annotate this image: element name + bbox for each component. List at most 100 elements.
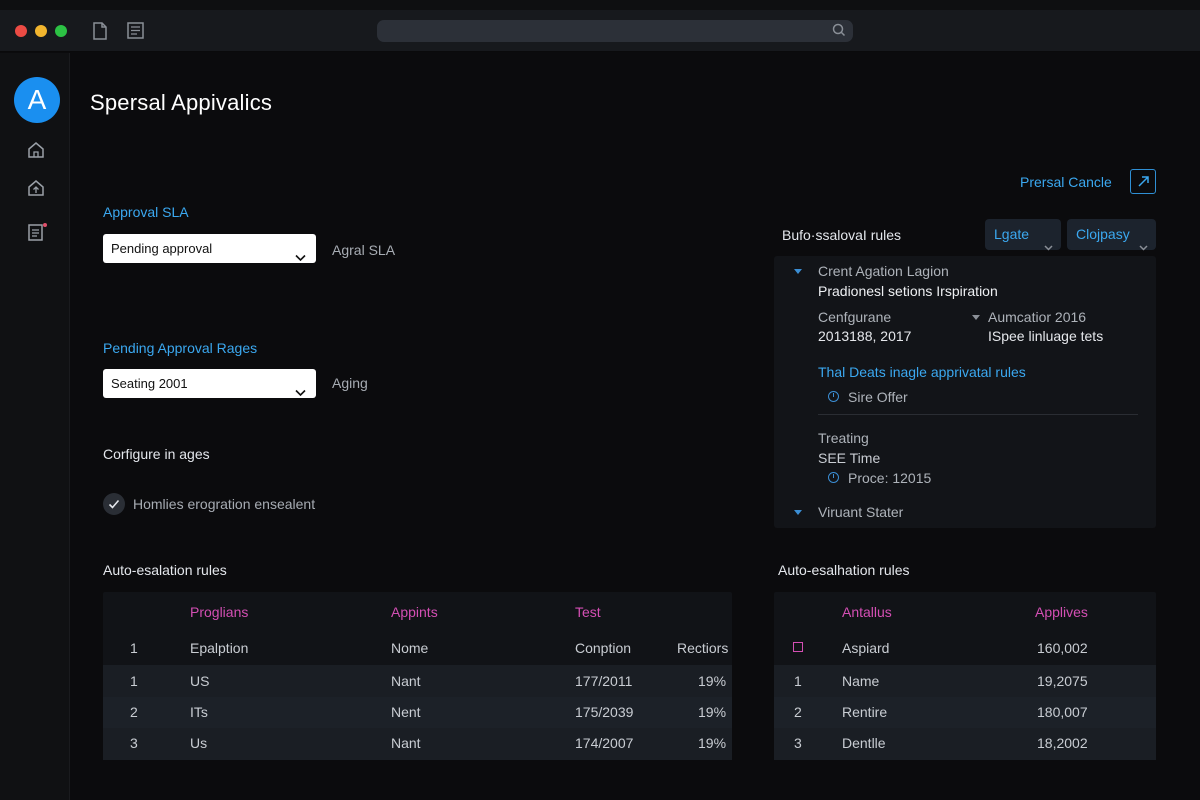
- filter-dropdown-2-label: Clojpasy: [1076, 226, 1130, 242]
- row-index: 2: [794, 704, 802, 720]
- table-cell: 177/2011: [575, 673, 633, 689]
- table-cell: Dentlle: [842, 735, 886, 751]
- tree-col-a-label: Cenfgurane: [818, 309, 892, 325]
- table-row[interactable]: 2 Rentire 180,007: [774, 697, 1156, 729]
- tree-last-item[interactable]: Viruant Stater: [818, 504, 903, 520]
- clipboard-icon[interactable]: [27, 222, 49, 247]
- pending-ranges-value: Seating 2001: [111, 376, 188, 391]
- checkbox-square[interactable]: [793, 642, 803, 652]
- tree-item-title[interactable]: Crent Agation Lagion: [818, 263, 949, 279]
- approval-sla-select[interactable]: Pending approval: [103, 234, 316, 263]
- clock-icon: [828, 472, 839, 483]
- avatar[interactable]: A: [14, 77, 60, 123]
- subheader-cell: Epalption: [190, 640, 249, 656]
- collapse-caret-icon[interactable]: [972, 315, 980, 320]
- table-cell: 19%: [698, 704, 727, 720]
- column-header[interactable]: Appints: [391, 604, 438, 620]
- check-icon: [108, 499, 120, 509]
- approval-sla-value: Pending approval: [111, 241, 213, 256]
- title-strip: [0, 0, 1200, 10]
- clock-icon: [828, 391, 839, 402]
- table-cell: Nant: [391, 673, 421, 689]
- row-index: 2: [130, 704, 138, 720]
- tree-col-b-value: ISpee linluage tets: [988, 328, 1104, 344]
- auto-escalation-title-left: Auto-esalation rules: [103, 562, 227, 578]
- column-header[interactable]: Test: [575, 604, 601, 620]
- tree-proce: Proce: 12015: [848, 470, 932, 486]
- tree-item-subtitle: Pradionesl setions Irspiration: [818, 283, 998, 299]
- subheader-cell: Conption: [575, 640, 632, 656]
- table-cell: Us: [190, 735, 208, 751]
- table-row[interactable]: 1 Name 19,2075: [774, 665, 1156, 697]
- rules-title: Bufo·ssalovaI rules: [782, 227, 902, 243]
- expand-caret-icon[interactable]: [794, 269, 802, 274]
- pending-ranges-side-label: Aging: [332, 375, 368, 391]
- configure-label: Corfigure in ages: [103, 446, 210, 462]
- table-row[interactable]: 3 Dentlle 18,2002: [774, 728, 1156, 760]
- tree-col-a-value: 2013188, 2017: [818, 328, 912, 344]
- cancel-link[interactable]: Prersal Cancle: [1020, 174, 1112, 190]
- row-index: 3: [794, 735, 802, 751]
- table-cell: 175/2039: [575, 704, 634, 720]
- cancel-button[interactable]: [1130, 169, 1156, 194]
- maximize-window-button[interactable]: [55, 25, 67, 37]
- filter-dropdown-1[interactable]: Lgate: [985, 219, 1061, 251]
- table-cell: 18,2002: [1037, 735, 1088, 751]
- close-window-button[interactable]: [15, 25, 27, 37]
- expand-icon: [1138, 176, 1149, 187]
- document-icon[interactable]: [92, 22, 108, 45]
- pending-ranges-label: Pending Approval Rages: [103, 340, 258, 356]
- table-row[interactable]: 2 ITs Nent 175/2039 19%: [103, 697, 732, 729]
- escalation-table-left: Proglians Appints Test 1 Epalption Nome …: [103, 592, 732, 760]
- row-index: 3: [130, 735, 138, 751]
- subheader-cell: 160,002: [1037, 640, 1088, 656]
- escalation-table-right: Antallus Applives Aspiard 160,002 1 Name…: [774, 592, 1156, 760]
- table-cell: 180,007: [1037, 704, 1088, 720]
- subheader-cell: Aspiard: [842, 640, 890, 656]
- table-cell: 19%: [698, 673, 727, 689]
- row-index: 1: [794, 673, 802, 689]
- table-row[interactable]: 3 Us Nant 174/2007 19%: [103, 728, 732, 760]
- table-cell: Nant: [391, 735, 421, 751]
- table-cell: 19,2075: [1037, 673, 1088, 689]
- table-cell: Nent: [391, 704, 421, 720]
- rules-tree-panel: Crent Agation Lagion Pradionesl setions …: [774, 256, 1156, 528]
- column-header[interactable]: Applives: [1035, 604, 1088, 620]
- divider: [818, 414, 1138, 415]
- subheader-cell: Nome: [391, 640, 429, 656]
- table-cell: 174/2007: [575, 735, 634, 751]
- home-icon[interactable]: [27, 141, 45, 164]
- page-title: Spersal Appivalics: [90, 90, 273, 115]
- search-icon: [831, 22, 847, 43]
- checkbox-label: Homlies erogration ensealent: [133, 496, 316, 512]
- sidebar: A: [0, 53, 70, 800]
- search-input[interactable]: [377, 20, 853, 42]
- upload-icon[interactable]: [27, 179, 45, 202]
- chevron-down-icon: [295, 378, 306, 407]
- notes-icon[interactable]: [126, 22, 146, 45]
- table-cell: Rentire: [842, 704, 888, 720]
- column-header[interactable]: Proglians: [190, 604, 248, 620]
- approval-rules-link[interactable]: Thal Deats inagle apprivatal rules: [818, 364, 1026, 380]
- tree-see-time: SEE Time: [818, 450, 881, 466]
- tree-link-sub: Sire Offer: [848, 389, 908, 405]
- subheader-cell: 1: [130, 640, 138, 656]
- tree-treating: Treating: [818, 430, 869, 446]
- tree-col-b-label: Aumcatior 2016: [988, 309, 1087, 325]
- table-cell: Name: [842, 673, 880, 689]
- table-cell: ITs: [190, 704, 208, 720]
- expand-caret-icon[interactable]: [794, 510, 802, 515]
- row-index: 1: [130, 673, 138, 689]
- approval-sla-side-label: Agral SLA: [332, 242, 396, 258]
- table-cell: 19%: [698, 735, 727, 751]
- table-row[interactable]: 1 US Nant 177/2011 19%: [103, 665, 732, 697]
- filter-dropdown-2[interactable]: Clojpasy: [1067, 219, 1156, 251]
- checkbox[interactable]: [103, 493, 125, 515]
- filter-dropdown-1-label: Lgate: [994, 226, 1030, 242]
- chevron-down-icon: [295, 243, 306, 272]
- column-header[interactable]: Antallus: [842, 604, 892, 620]
- minimize-window-button[interactable]: [35, 25, 47, 37]
- subheader-cell: Rectiors: [677, 640, 729, 656]
- table-cell: US: [190, 673, 210, 689]
- pending-ranges-select[interactable]: Seating 2001: [103, 369, 316, 398]
